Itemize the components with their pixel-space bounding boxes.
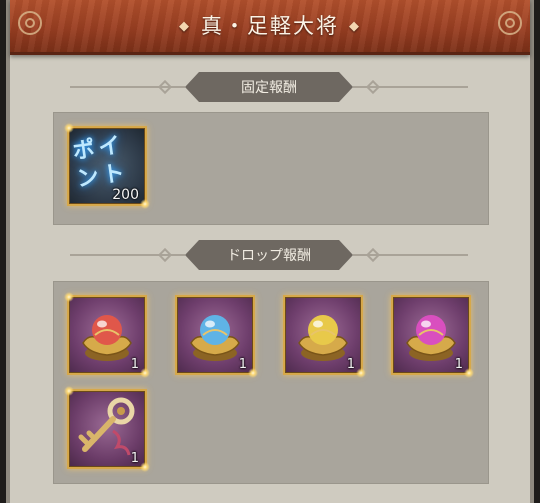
reward-slot-key[interactable]: 1 xyxy=(64,386,150,472)
sparkle-icon xyxy=(140,462,150,472)
sparkle-icon xyxy=(64,292,74,302)
fixed-reward-area: ポイント 200 xyxy=(53,112,489,225)
reward-slot-blue-orb[interactable]: 1 xyxy=(175,295,258,378)
sparkle-icon xyxy=(64,123,74,133)
sparkle-icon xyxy=(140,368,150,378)
reward-slot-red-orb[interactable]: 1 xyxy=(64,292,150,378)
reward-slot-point[interactable]: ポイント 200 xyxy=(64,123,150,209)
reward-quantity: 1 xyxy=(238,357,247,372)
sparkle-icon xyxy=(464,368,474,378)
reward-slot-yellow-orb[interactable]: 1 xyxy=(283,295,366,378)
diamond-icon-left: ◆ xyxy=(179,19,191,34)
diamond-icon-right: ◆ xyxy=(349,19,361,34)
drop-reward-area: 1 1 1 1 1 xyxy=(53,281,489,484)
reward-slot-pink-orb[interactable]: 1 xyxy=(391,295,474,378)
sparkle-icon xyxy=(140,199,150,209)
reward-quantity: 1 xyxy=(454,357,463,372)
drop-reward-label: ドロップ報酬 xyxy=(185,240,353,270)
reward-quantity: 1 xyxy=(130,357,139,372)
sparkle-icon xyxy=(356,368,366,378)
title-text: 真・足軽大将 xyxy=(201,14,339,38)
page-title: ◆ 真・足軽大将 ◆ xyxy=(10,10,530,40)
fixed-reward-label: 固定報酬 xyxy=(185,72,353,102)
reward-quantity: 200 xyxy=(112,187,139,203)
sparkle-icon xyxy=(64,386,74,396)
sparkle-icon xyxy=(248,368,258,378)
reward-quantity: 1 xyxy=(130,451,139,466)
header-banner: ◆ 真・足軽大将 ◆ xyxy=(10,0,530,55)
reward-quantity: 1 xyxy=(346,357,355,372)
